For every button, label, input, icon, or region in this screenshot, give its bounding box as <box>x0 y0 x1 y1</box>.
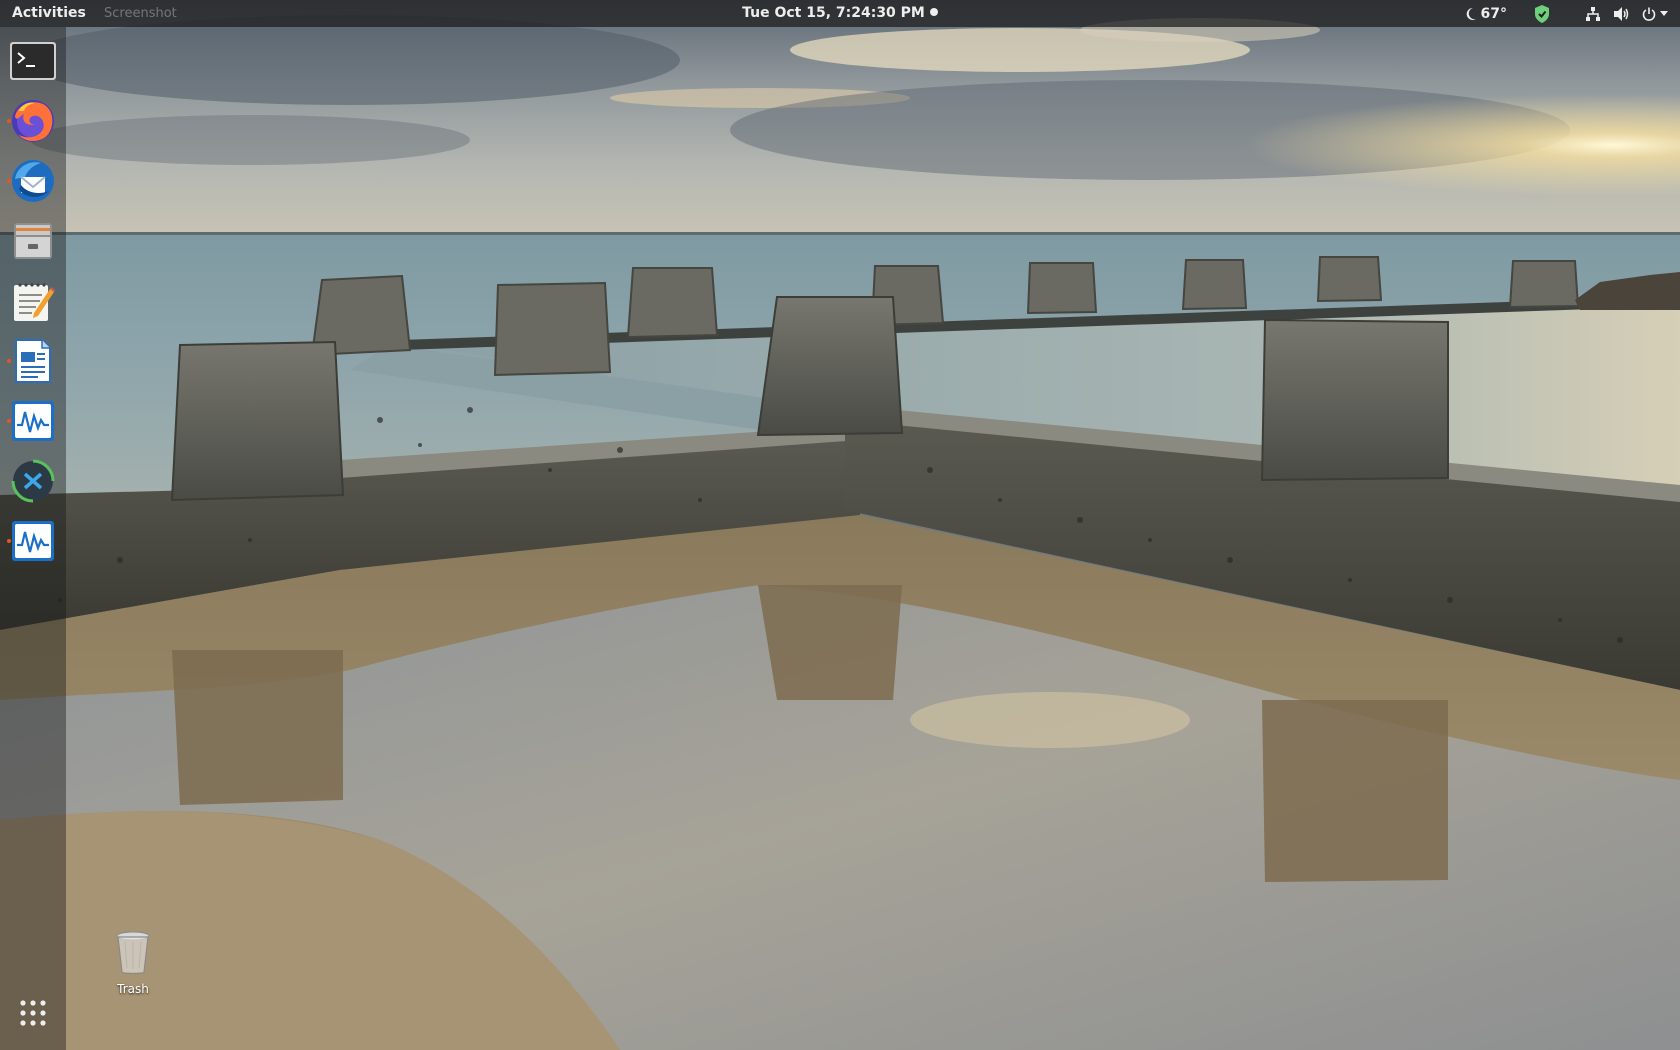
system-monitor-icon <box>12 521 54 561</box>
activities-button[interactable]: Activities <box>12 0 86 27</box>
top-bar: Activities Screenshot Tue Oct 15, 7:24:3… <box>0 0 1680 27</box>
dock-item-firefox[interactable] <box>6 94 60 148</box>
network-indicator[interactable] <box>1585 0 1601 27</box>
dock-item-terminal[interactable] <box>6 34 60 88</box>
app-menu[interactable]: Screenshot <box>104 0 177 27</box>
shield-check-icon <box>1535 4 1549 23</box>
dock-item-text-editor[interactable] <box>6 274 60 328</box>
running-indicator <box>7 539 11 543</box>
dock-item-system-monitor-2[interactable] <box>6 514 60 568</box>
trash-label: Trash <box>117 982 149 996</box>
desktop-icon-trash[interactable]: Trash <box>100 928 166 996</box>
clock-button[interactable]: Tue Oct 15, 7:24:30 PM <box>690 0 990 27</box>
firefox-icon <box>12 100 54 142</box>
running-indicator <box>7 419 11 423</box>
network-icon <box>1586 6 1600 21</box>
thunderbird-icon <box>12 160 54 202</box>
wallpaper <box>0 0 1680 1050</box>
status-area: 67° <box>1451 0 1680 27</box>
text-editor-icon <box>14 283 55 321</box>
system-menu-button[interactable] <box>1642 0 1668 27</box>
dock <box>0 27 66 1050</box>
running-indicator <box>7 119 11 123</box>
moon-icon <box>1466 7 1476 20</box>
dock-item-remote-desktop[interactable] <box>6 454 60 508</box>
desktop[interactable]: Activities Screenshot Tue Oct 15, 7:24:3… <box>0 0 1680 1050</box>
chevron-down-icon <box>1660 10 1668 16</box>
writer-icon <box>15 339 51 383</box>
weather-temperature: 67° <box>1480 5 1507 22</box>
dock-item-files[interactable] <box>6 214 60 268</box>
terminal-icon <box>10 42 56 80</box>
weather-indicator[interactable]: 67° <box>1465 0 1507 27</box>
remote-desktop-icon <box>11 459 55 503</box>
running-indicator <box>7 179 11 183</box>
notification-dot-icon <box>929 8 938 16</box>
trash-icon <box>116 931 150 975</box>
dock-item-thunderbird[interactable] <box>6 154 60 208</box>
dock-item-system-monitor[interactable] <box>6 394 60 448</box>
dock-item-libreoffice-writer[interactable] <box>6 334 60 388</box>
files-icon <box>14 223 52 259</box>
show-applications-button[interactable] <box>6 993 60 1033</box>
apps-grid-icon <box>20 1000 46 1026</box>
volume-indicator[interactable] <box>1613 0 1630 27</box>
running-indicator <box>7 359 11 363</box>
security-indicator[interactable] <box>1533 0 1551 27</box>
system-monitor-icon <box>12 401 54 441</box>
clock-label: Tue Oct 15, 7:24:30 PM <box>742 5 925 21</box>
power-icon <box>1642 7 1656 21</box>
volume-icon <box>1614 6 1629 21</box>
